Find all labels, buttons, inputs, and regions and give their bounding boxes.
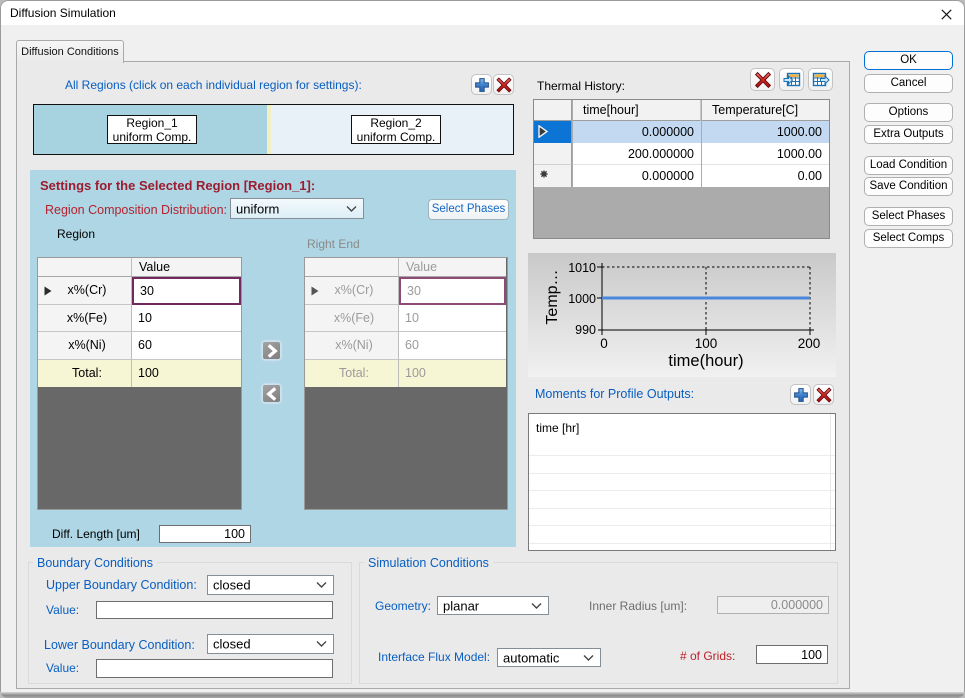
svg-text:0: 0 <box>600 336 608 351</box>
svg-text:100: 100 <box>695 336 718 351</box>
svg-text:1010: 1010 <box>568 261 596 275</box>
svg-text:990: 990 <box>575 323 596 337</box>
svg-text:Temp…: Temp… <box>544 269 561 324</box>
svg-text:time(hour): time(hour) <box>668 352 743 370</box>
svg-text:1000: 1000 <box>568 292 596 306</box>
svg-text:200: 200 <box>798 336 821 351</box>
